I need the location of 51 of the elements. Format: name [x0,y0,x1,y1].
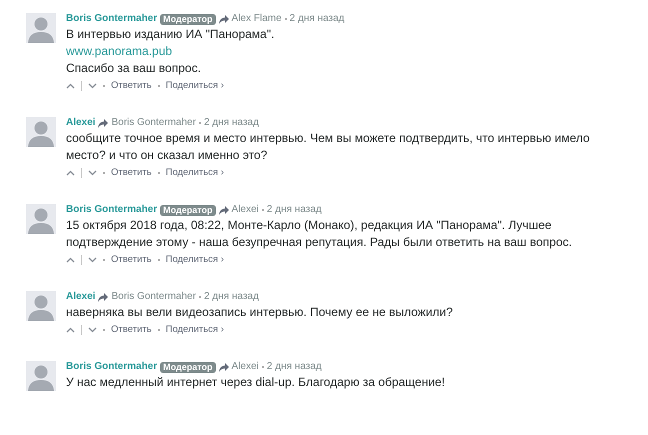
downvote-icon[interactable] [88,327,97,333]
upvote-icon[interactable] [66,170,75,176]
downvote-icon[interactable] [88,83,97,89]
avatar-icon[interactable] [26,204,56,234]
author-name[interactable]: Alexei [66,116,96,130]
author-name[interactable]: Alexei [66,290,96,304]
comment-text: наверняка вы вели видеозапись интервью. Почему ее не выложили? [66,304,454,321]
timestamp[interactable]: 2 дня назад [204,290,259,304]
share-button[interactable]: Поделиться › [166,254,224,266]
downvote-icon[interactable] [88,257,97,263]
comment-text: Спасибо за ваш вопрос. [66,60,202,77]
timestamp[interactable]: 2 дня назад [204,116,259,130]
timestamp[interactable]: 2 дня назад [266,203,322,217]
reply-arrow-icon [218,206,229,214]
timestamp[interactable]: 2 дня назад [290,12,344,26]
reply-to-name[interactable]: Alex Flame [232,12,282,26]
share-button[interactable]: Поделиться › [166,80,224,92]
upvote-icon[interactable] [66,83,75,89]
reply-arrow-icon [218,14,229,24]
downvote-icon[interactable] [88,170,97,176]
avatar-icon[interactable] [26,117,56,147]
comment-text: сообщите точное время и место интервью. Чем вы можете подтвердить, что интервью имело место? и что он сказал именно это? [66,130,591,164]
reply-button[interactable]: Ответить [111,254,152,266]
upvote-icon[interactable] [66,327,75,333]
comment-text: В интервью изданию ИА "Панорама". [66,26,276,43]
reply-to-name[interactable]: Boris Gontermaher [111,290,196,304]
moderator-badge: Модератор [160,14,216,24]
reply-button[interactable]: Ответить [111,80,152,92]
moderator-badge: Модератор [160,362,216,372]
avatar-icon[interactable] [26,291,56,321]
reply-arrow-icon [98,292,108,302]
reply-to-name[interactable]: Alexei [232,203,259,217]
upvote-icon[interactable] [66,257,75,263]
comment-text: 15 октября 2018 года, 08:22, Монте-Карло (Монако), редакция ИА "Панорама". Лучшее подтверждение этому - наша безупречная репутация. Рады были ответить на ваш вопрос. [66,217,573,251]
author-name[interactable]: Boris Gontermaher [66,203,158,217]
moderator-badge: Модератор [160,204,216,216]
author-name[interactable]: Boris Gontermaher [66,12,158,26]
reply-button[interactable]: Ответить [111,167,152,179]
avatar-icon[interactable] [26,361,56,391]
comment-text: У нас медленный интернет через dial-up. Благодарю за обращение! [66,374,446,391]
share-button[interactable]: Поделиться › [166,167,224,179]
link[interactable]: www.panorama.pub [66,43,591,60]
reply-arrow-icon [98,118,108,128]
reply-to-name[interactable]: Alexei [232,360,259,374]
reply-to-name[interactable]: Boris Gontermaher [111,116,196,130]
share-button[interactable]: Поделиться › [166,324,224,336]
author-name[interactable]: Boris Gontermaher [66,360,158,374]
reply-button[interactable]: Ответить [111,324,152,336]
reply-arrow-icon [218,362,229,372]
avatar-icon[interactable] [26,13,56,43]
timestamp[interactable]: 2 дня назад [266,360,322,374]
